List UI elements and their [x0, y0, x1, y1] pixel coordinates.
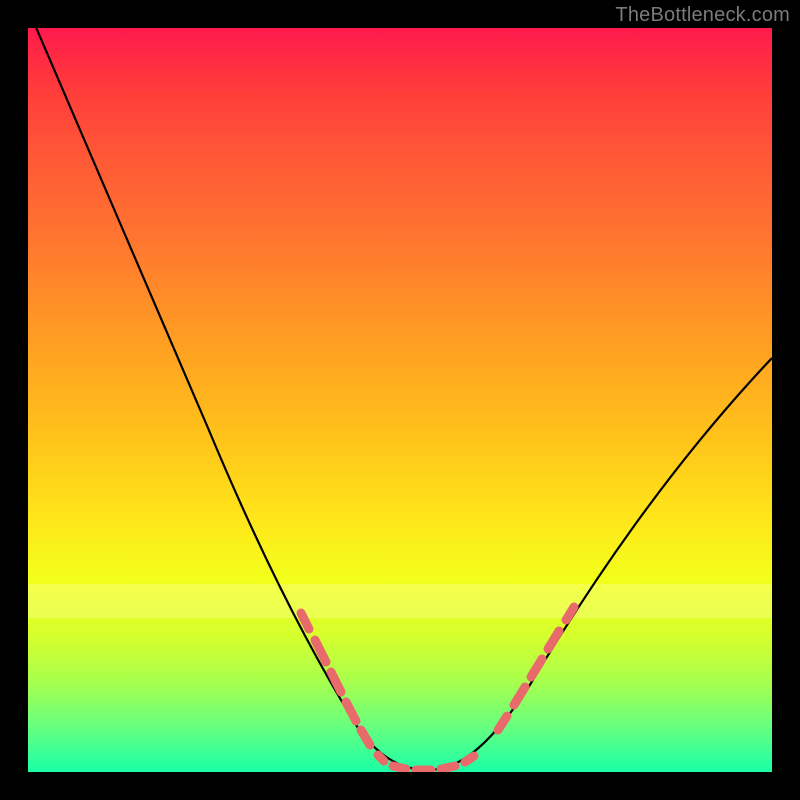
highlight-dashes-right: [498, 607, 574, 730]
chart-stage: TheBottleneck.com: [0, 0, 800, 800]
bottleneck-curve-svg: [28, 28, 772, 772]
attribution-watermark: TheBottleneck.com: [615, 4, 790, 27]
curve-path: [32, 28, 772, 770]
highlight-dashes-left: [301, 613, 370, 745]
plot-area: [28, 28, 772, 772]
